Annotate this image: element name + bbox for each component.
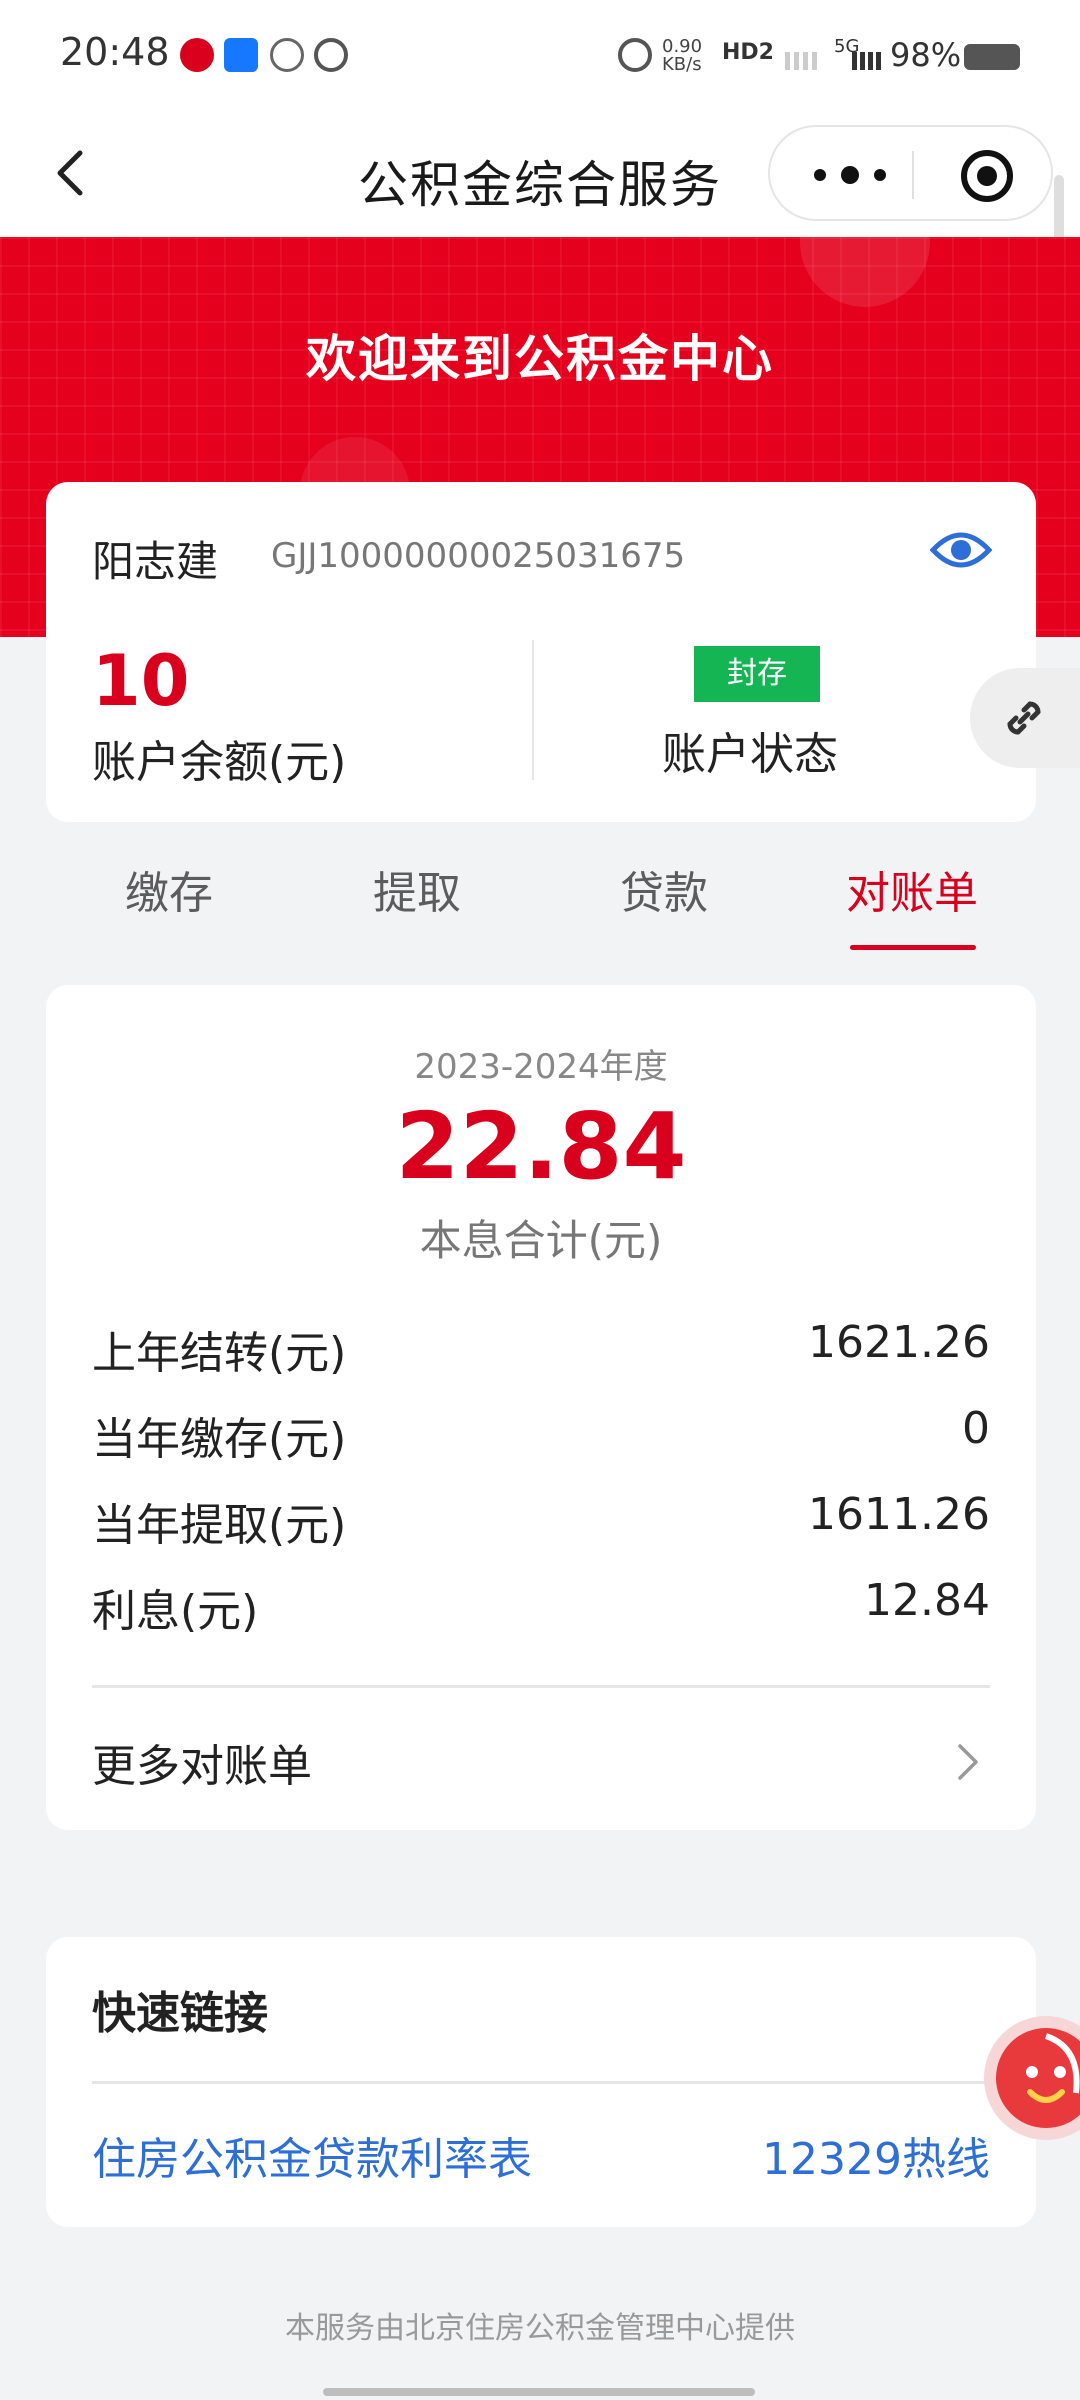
statement-row: 利息(元) 12.84 — [92, 1575, 990, 1637]
signal-bars-icon — [852, 52, 882, 70]
more-button[interactable] — [810, 165, 890, 185]
balance-label: 账户余额(元) — [92, 737, 347, 788]
account-holder-name: 阳志建 — [92, 537, 219, 586]
hotline-link[interactable]: 12329热线 — [762, 2123, 990, 2187]
footer-note: 本服务由北京住房公积金管理中心提供 — [285, 2311, 795, 2346]
mini-program-capsule — [768, 125, 1053, 221]
alarm-icon — [618, 38, 652, 72]
assistant-robot-icon — [984, 2016, 1080, 2140]
link-icon — [1007, 701, 1041, 735]
status-badge: 封存 — [694, 646, 820, 702]
statement-row: 当年提取(元) 1611.26 — [92, 1489, 990, 1551]
statement-row: 当年缴存(元) 0 — [92, 1403, 990, 1465]
row-value: 1621.26 — [808, 1317, 990, 1368]
hotspot-icon — [270, 38, 304, 72]
more-statements-label: 更多对账单 — [92, 1741, 312, 1792]
hd-indicator: HD2 — [722, 40, 774, 65]
tab-withdraw[interactable]: 提取 — [373, 857, 461, 921]
toggle-visibility-button[interactable] — [929, 526, 993, 574]
banner-title: 欢迎来到公积金中心 — [306, 330, 774, 388]
close-mini-program-button[interactable] — [960, 149, 1014, 203]
battery-icon — [964, 44, 1020, 70]
row-label: 利息(元) — [92, 1586, 259, 1637]
battery-percent: 98% — [890, 36, 962, 74]
tab-loan[interactable]: 贷款 — [620, 857, 708, 921]
more-statements-link[interactable]: 更多对账单 — [92, 1730, 990, 1800]
more-dots-icon — [814, 166, 886, 184]
row-label: 当年提取(元) — [92, 1500, 347, 1551]
scrollbar[interactable] — [1054, 175, 1064, 245]
balance-value: 10 — [92, 640, 190, 722]
statement-row: 上年结转(元) 1621.26 — [92, 1317, 990, 1379]
row-label: 当年缴存(元) — [92, 1414, 347, 1465]
card-divider — [532, 640, 534, 780]
assistant-button[interactable] — [976, 2008, 1080, 2158]
quick-links-divider — [92, 2081, 990, 2084]
row-value: 1611.26 — [808, 1489, 990, 1540]
tab-bar: 缴存 提取 贷款 对账单 — [0, 845, 1080, 955]
capsule-divider — [912, 151, 914, 199]
loan-rate-table-link[interactable]: 住房公积金贷款利率表 — [92, 2123, 532, 2187]
statement-divider — [92, 1685, 990, 1688]
network-speed: 0.90 KB/s — [662, 36, 703, 75]
clock-time: 20:48 — [60, 30, 170, 74]
total-amount: 22.84 — [395, 1093, 687, 1200]
row-value: 0 — [962, 1403, 990, 1454]
row-value: 12.84 — [864, 1575, 990, 1626]
alarm-icon — [314, 38, 348, 72]
account-card: 阳志建 GJJ10000000025031675 10 账户余额(元) 封存 账… — [46, 482, 1036, 822]
target-icon — [961, 150, 1013, 202]
signal-icon — [785, 52, 821, 70]
row-label: 上年结转(元) — [92, 1328, 347, 1379]
tab-deposit[interactable]: 缴存 — [125, 857, 213, 921]
quick-links-title: 快速链接 — [92, 1988, 268, 2039]
account-number: GJJ10000000025031675 — [271, 536, 686, 576]
app-notification-icon — [180, 38, 214, 72]
nav-bar: 公积金综合服务 — [0, 115, 1080, 237]
share-link-button[interactable] — [970, 668, 1080, 768]
status-bar: 20:48 0.90 KB/s HD2 5G 98% — [0, 0, 1080, 115]
chevron-right-icon — [958, 1744, 978, 1780]
quick-links-card: 快速链接 住房公积金贷款利率表 12329热线 — [46, 1937, 1036, 2227]
statement-card: 2023-2024年度 22.84 本息合计(元) 上年结转(元) 1621.2… — [46, 985, 1036, 1830]
tab-statement[interactable]: 对账单 — [846, 857, 978, 921]
active-tab-indicator — [850, 945, 976, 950]
home-indicator[interactable] — [323, 2388, 755, 2396]
status-label: 账户状态 — [662, 729, 838, 780]
notification-icon — [224, 38, 258, 72]
statement-year: 2023-2024年度 — [414, 1047, 668, 1087]
total-label: 本息合计(元) — [419, 1216, 663, 1265]
eye-icon — [929, 532, 993, 568]
